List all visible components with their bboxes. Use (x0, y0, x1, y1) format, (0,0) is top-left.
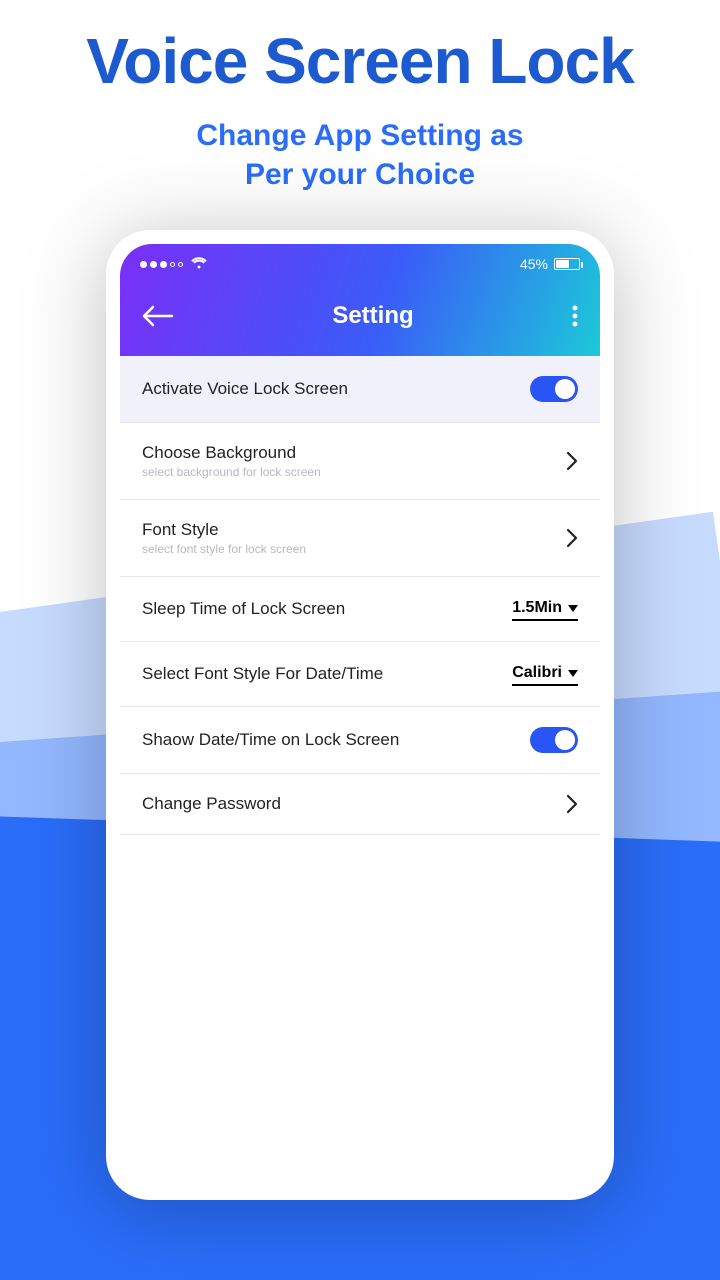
setting-change-password[interactable]: Change Password (120, 774, 600, 835)
settings-list: Activate Voice Lock Screen Choose Backgr… (120, 356, 600, 1186)
sleep-time-dropdown[interactable]: 1.5Min (512, 597, 578, 621)
setting-label: Font Style (142, 520, 306, 540)
dropdown-value: Calibri (512, 664, 562, 682)
setting-label: Choose Background (142, 443, 321, 463)
setting-sleep-time[interactable]: Sleep Time of Lock Screen 1.5Min (120, 577, 600, 642)
setting-sublabel: select font style for lock screen (142, 542, 306, 556)
app-header: 45% Setting (120, 244, 600, 356)
date-font-dropdown[interactable]: Calibri (512, 662, 578, 686)
page-title: Setting (332, 302, 413, 330)
kebab-menu-icon[interactable] (572, 305, 578, 327)
setting-label: Select Font Style For Date/Time (142, 664, 383, 684)
setting-label: Shaow Date/Time on Lock Screen (142, 730, 399, 750)
toggle-switch[interactable] (530, 727, 578, 753)
dropdown-value: 1.5Min (512, 599, 562, 617)
promo-title: Voice Screen Lock (86, 24, 633, 98)
setting-show-datetime[interactable]: Shaow Date/Time on Lock Screen (120, 707, 600, 774)
setting-label: Sleep Time of Lock Screen (142, 599, 345, 619)
wifi-icon (191, 256, 207, 272)
chevron-right-icon (566, 794, 578, 814)
battery-icon (554, 258, 580, 270)
setting-label: Activate Voice Lock Screen (142, 379, 348, 399)
chevron-right-icon (566, 451, 578, 471)
toggle-switch[interactable] (530, 376, 578, 402)
chevron-right-icon (566, 528, 578, 548)
phone-screen: 45% Setting (120, 244, 600, 1186)
caret-down-icon (568, 670, 578, 677)
setting-label: Change Password (142, 794, 281, 814)
battery-percentage: 45% (520, 256, 548, 272)
setting-activate-voice-lock[interactable]: Activate Voice Lock Screen (120, 356, 600, 423)
phone-frame: 45% Setting (106, 230, 614, 1200)
setting-date-font[interactable]: Select Font Style For Date/Time Calibri (120, 642, 600, 707)
setting-choose-background[interactable]: Choose Background select background for … (120, 423, 600, 500)
setting-sublabel: select background for lock screen (142, 465, 321, 479)
status-bar: 45% (120, 244, 600, 280)
promo-subtitle: Change App Setting as Per your Choice (196, 116, 523, 194)
back-arrow-icon[interactable] (142, 305, 174, 327)
caret-down-icon (568, 605, 578, 612)
signal-dots-icon (140, 261, 183, 268)
setting-font-style[interactable]: Font Style select font style for lock sc… (120, 500, 600, 577)
